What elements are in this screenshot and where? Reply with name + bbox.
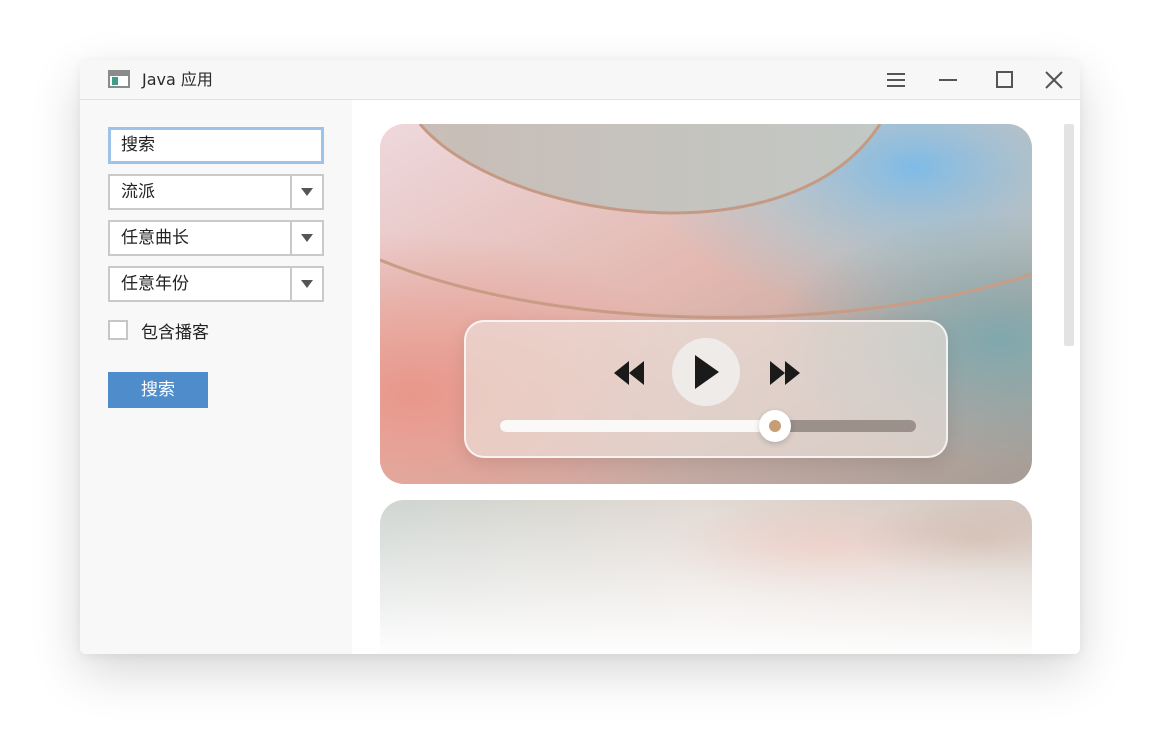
window-title: Java 应用 xyxy=(142,70,213,89)
dropdown-arrow-icon xyxy=(301,280,313,288)
genre-select[interactable]: 流派 xyxy=(108,174,324,210)
close-button[interactable] xyxy=(1030,60,1078,99)
sidebar: 搜索 流派 任意曲长 任意年份 包含播客 搜索 xyxy=(80,100,352,654)
close-icon xyxy=(1045,70,1063,89)
year-select[interactable]: 任意年份 xyxy=(108,266,324,302)
search-button[interactable]: 搜索 xyxy=(108,372,208,408)
length-select-arrow[interactable] xyxy=(290,222,322,254)
rewind-button[interactable] xyxy=(612,356,646,390)
app-window: Java 应用 搜索 流派 任意曲长 任意年份 包含播客 搜索 xyxy=(80,60,1080,654)
progress-track[interactable] xyxy=(500,410,916,442)
results-panel xyxy=(352,100,1080,654)
media-card xyxy=(380,500,1032,654)
app-window-icon xyxy=(108,70,130,88)
minimize-button[interactable] xyxy=(924,60,972,99)
rewind-icon xyxy=(614,361,644,385)
minimize-icon xyxy=(939,78,957,81)
search-input[interactable]: 搜索 xyxy=(108,127,324,164)
year-select-arrow[interactable] xyxy=(290,268,322,300)
media-player xyxy=(464,320,948,458)
include-podcasts-label: 包含播客 xyxy=(141,322,209,343)
progress-thumb[interactable] xyxy=(758,410,791,442)
year-select-value: 任意年份 xyxy=(121,274,189,294)
fast-forward-button[interactable] xyxy=(768,356,802,390)
menu-icon xyxy=(887,72,905,87)
genre-select-arrow[interactable] xyxy=(290,176,322,208)
fast-forward-icon xyxy=(770,361,800,385)
play-button[interactable] xyxy=(672,338,740,406)
progress-fill xyxy=(500,420,775,432)
maximize-button[interactable] xyxy=(980,60,1028,99)
play-icon xyxy=(695,355,719,389)
length-select[interactable]: 任意曲长 xyxy=(108,220,324,256)
menu-button[interactable] xyxy=(872,60,920,99)
length-select-value: 任意曲长 xyxy=(121,228,189,248)
maximize-icon xyxy=(995,71,1013,88)
title-bar: Java 应用 xyxy=(80,60,1080,100)
progress-thumb-dot xyxy=(768,420,781,432)
include-podcasts-row[interactable]: 包含播客 xyxy=(108,318,209,343)
genre-select-value: 流派 xyxy=(121,182,155,202)
dropdown-arrow-icon xyxy=(301,188,313,196)
scrollbar-thumb[interactable] xyxy=(1064,124,1074,346)
media-card xyxy=(380,124,1032,484)
dropdown-arrow-icon xyxy=(301,234,313,242)
include-podcasts-checkbox[interactable] xyxy=(108,320,128,340)
album-artwork xyxy=(380,500,1032,654)
